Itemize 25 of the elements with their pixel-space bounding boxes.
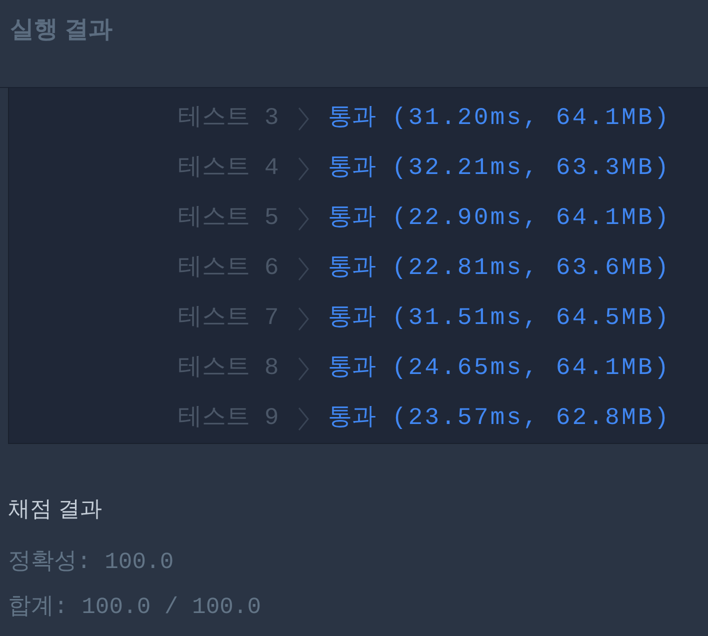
result-status: 통과	[328, 254, 376, 284]
chevron-icon	[298, 207, 309, 231]
section-title: 실행 결과	[10, 15, 114, 45]
chevron-icon	[298, 257, 309, 281]
result-detail: (22.90ms, 64.1MB)	[392, 204, 671, 234]
grading-title: 채점 결과	[8, 495, 104, 523]
score-line: 합계: 100.0 / 100.0	[8, 593, 262, 622]
result-detail: (31.20ms, 64.1MB)	[392, 104, 671, 134]
result-detail: (22.81ms, 63.6MB)	[392, 254, 671, 284]
result-detail: (31.51ms, 64.5MB)	[392, 304, 671, 334]
result-status: 통과	[328, 204, 376, 234]
result-status: 통과	[328, 354, 376, 384]
result-detail: (32.21ms, 63.3MB)	[392, 154, 671, 184]
score-line: 정확성: 100.0	[8, 548, 175, 577]
result-status: 통과	[328, 304, 376, 334]
chevron-icon	[298, 157, 309, 181]
chevron-icon	[298, 307, 309, 331]
result-detail: (24.65ms, 64.1MB)	[392, 354, 671, 384]
chevron-icon	[298, 407, 309, 431]
result-status: 통과	[328, 154, 376, 184]
result-status: 통과	[328, 404, 376, 434]
chevron-icon	[298, 107, 309, 131]
result-status: 통과	[328, 104, 376, 134]
chevron-icon	[298, 357, 309, 381]
result-detail: (23.57ms, 62.8MB)	[392, 404, 671, 434]
